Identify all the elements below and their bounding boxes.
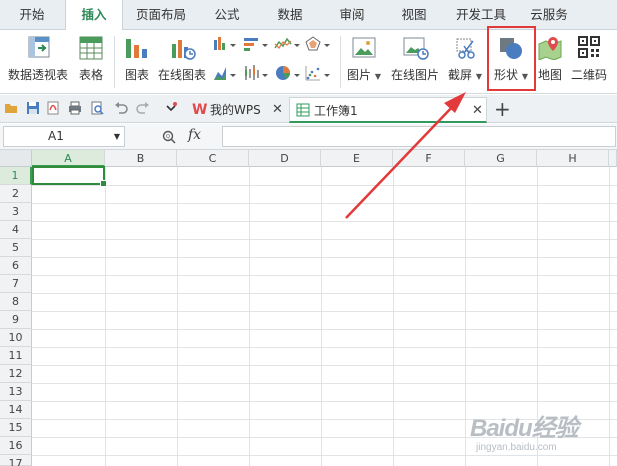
baidu-watermark: Baidu经验 jingyan.baidu.com [470,408,610,462]
annotation-arrow-icon [345,92,466,219]
baidu-url: jingyan.baidu.com [476,442,557,453]
baidu-logo: Baidu经验 [470,415,579,442]
